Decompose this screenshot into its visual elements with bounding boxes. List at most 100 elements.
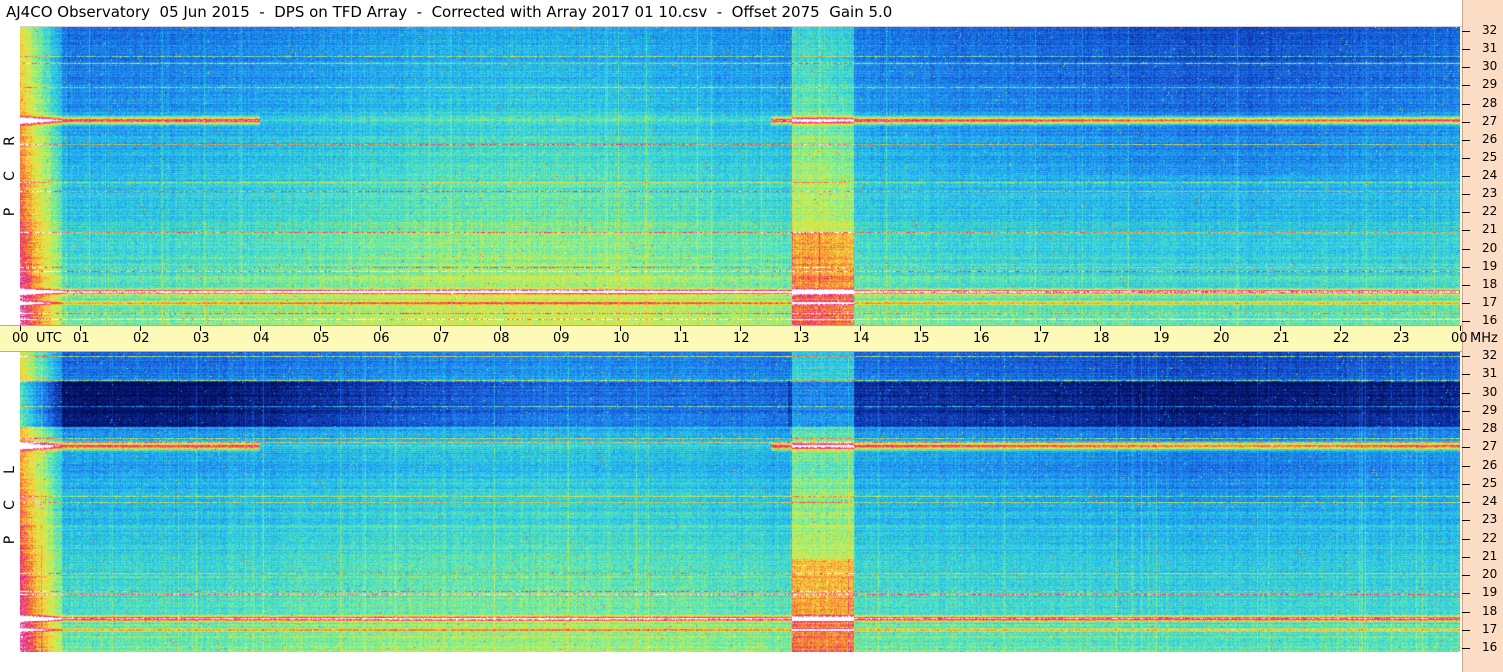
frequency-tick-mark bbox=[1462, 267, 1470, 268]
frequency-tick-mark bbox=[1462, 104, 1470, 105]
time-tick-label: 16 bbox=[973, 331, 990, 346]
time-tick-label: 05 bbox=[313, 331, 330, 346]
frequency-tick-label: 19 bbox=[1482, 259, 1498, 273]
lcp-spectrogram bbox=[20, 352, 1460, 652]
frequency-tick-label: 24 bbox=[1482, 168, 1498, 182]
rcp-spectrogram bbox=[20, 27, 1460, 325]
polarization-letter: R bbox=[2, 136, 18, 146]
frequency-tick-mark bbox=[1462, 67, 1470, 68]
frequency-tick-label: 18 bbox=[1482, 277, 1498, 291]
chart-title: AJ4CO Observatory 05 Jun 2015 - DPS on T… bbox=[6, 3, 893, 21]
time-tick-label: 20 bbox=[1213, 331, 1230, 346]
frequency-tick-mark bbox=[1462, 321, 1470, 322]
frequency-tick-mark bbox=[1462, 612, 1470, 613]
frequency-tick-label: 17 bbox=[1482, 622, 1498, 636]
time-tick-label: 14 bbox=[853, 331, 870, 346]
frequency-tick-mark bbox=[1462, 466, 1470, 467]
frequency-unit-label: MHz bbox=[1470, 331, 1498, 346]
time-tick-label: 04 bbox=[253, 331, 270, 346]
time-tick-label: 00 bbox=[12, 331, 29, 346]
frequency-tick-label: 26 bbox=[1482, 132, 1498, 146]
frequency-tick-label: 23 bbox=[1482, 512, 1498, 526]
frequency-tick-label: 30 bbox=[1482, 385, 1498, 399]
frequency-tick-mark bbox=[1462, 285, 1470, 286]
lcp-spectrogram-panel bbox=[20, 352, 1460, 652]
frequency-tick-label: 31 bbox=[1482, 366, 1498, 380]
time-tick-label: 02 bbox=[133, 331, 150, 346]
frequency-tick-label: 21 bbox=[1482, 222, 1498, 236]
frequency-tick-label: 26 bbox=[1482, 458, 1498, 472]
bottom-margin bbox=[0, 652, 1462, 672]
frequency-tick-mark bbox=[1462, 648, 1470, 649]
polarization-letter: P bbox=[2, 207, 18, 217]
frequency-tick-label: 27 bbox=[1482, 114, 1498, 128]
frequency-tick-label: 29 bbox=[1482, 403, 1498, 417]
time-tick-label: 23 bbox=[1393, 331, 1410, 346]
frequency-tick-mark bbox=[1462, 393, 1470, 394]
frequency-tick-mark bbox=[1462, 502, 1470, 503]
time-axis: 00 01 02 03 04 05 06 07 08 09 10 11 12 13 14 15 16 17 18 19… bbox=[0, 325, 1498, 352]
frequency-tick-label: 25 bbox=[1482, 150, 1498, 164]
time-tick-label: 18 bbox=[1093, 331, 1110, 346]
time-tick-label: 17 bbox=[1033, 331, 1050, 346]
frequency-tick-mark bbox=[1462, 447, 1470, 448]
frequency-tick-mark bbox=[1462, 212, 1470, 213]
frequency-tick-label: 28 bbox=[1482, 96, 1498, 110]
frequency-tick-mark bbox=[1462, 575, 1470, 576]
rcp-spectrogram-panel bbox=[20, 27, 1460, 325]
frequency-tick-mark bbox=[1462, 303, 1470, 304]
frequency-tick-label: 17 bbox=[1482, 295, 1498, 309]
title-bar: AJ4CO Observatory 05 Jun 2015 - DPS on T… bbox=[0, 0, 1462, 27]
time-tick-label: 09 bbox=[553, 331, 570, 346]
frequency-tick-label: 20 bbox=[1482, 567, 1498, 581]
time-tick-label: 00 bbox=[1451, 331, 1468, 346]
time-tick-label: 13 bbox=[793, 331, 810, 346]
frequency-tick-label: 22 bbox=[1482, 204, 1498, 218]
time-tick-label: 03 bbox=[193, 331, 210, 346]
frequency-tick-mark bbox=[1462, 122, 1470, 123]
frequency-tick-mark bbox=[1462, 356, 1470, 357]
frequency-tick-label: 25 bbox=[1482, 476, 1498, 490]
polarization-letter: L bbox=[2, 466, 18, 474]
time-tick-label: 21 bbox=[1273, 331, 1290, 346]
frequency-tick-mark bbox=[1462, 31, 1470, 32]
frequency-tick-mark bbox=[1462, 630, 1470, 631]
frequency-tick-mark bbox=[1462, 411, 1470, 412]
frequency-tick-mark bbox=[1462, 230, 1470, 231]
frequency-tick-label: 27 bbox=[1482, 439, 1498, 453]
time-tick-label: 12 bbox=[733, 331, 750, 346]
time-tick-label: 07 bbox=[433, 331, 450, 346]
frequency-tick-label: 28 bbox=[1482, 421, 1498, 435]
frequency-tick-mark bbox=[1462, 49, 1470, 50]
frequency-tick-label: 32 bbox=[1482, 23, 1498, 37]
frequency-tick-mark bbox=[1462, 374, 1470, 375]
frequency-tick-label: 16 bbox=[1482, 640, 1498, 654]
frequency-tick-mark bbox=[1462, 140, 1470, 141]
frequency-tick-label: 23 bbox=[1482, 186, 1498, 200]
frequency-tick-mark bbox=[1462, 520, 1470, 521]
time-unit-label: UTC bbox=[36, 331, 62, 346]
polarization-letter: C bbox=[2, 171, 18, 181]
time-tick-label: 11 bbox=[673, 331, 690, 346]
frequency-tick-mark bbox=[1462, 539, 1470, 540]
frequency-tick-mark bbox=[1462, 429, 1470, 430]
frequency-tick-label: 22 bbox=[1482, 531, 1498, 545]
polarization-letter: P bbox=[2, 535, 18, 545]
frequency-tick-mark bbox=[1462, 249, 1470, 250]
frequency-tick-label: 32 bbox=[1482, 348, 1498, 362]
frequency-tick-mark bbox=[1462, 176, 1470, 177]
frequency-tick-label: 31 bbox=[1482, 41, 1498, 55]
frequency-tick-label: 19 bbox=[1482, 585, 1498, 599]
time-tick-label: 19 bbox=[1153, 331, 1170, 346]
frequency-tick-mark bbox=[1462, 194, 1470, 195]
time-tick-label: 08 bbox=[493, 331, 510, 346]
time-tick-label: 10 bbox=[613, 331, 630, 346]
time-tick-label: 01 bbox=[73, 331, 90, 346]
frequency-tick-mark bbox=[1462, 557, 1470, 558]
time-tick-label: 15 bbox=[913, 331, 930, 346]
frequency-tick-mark bbox=[1462, 85, 1470, 86]
frequency-tick-label: 21 bbox=[1482, 549, 1498, 563]
frequency-tick-mark bbox=[1462, 593, 1470, 594]
frequency-tick-label: 18 bbox=[1482, 604, 1498, 618]
frequency-tick-label: 30 bbox=[1482, 59, 1498, 73]
